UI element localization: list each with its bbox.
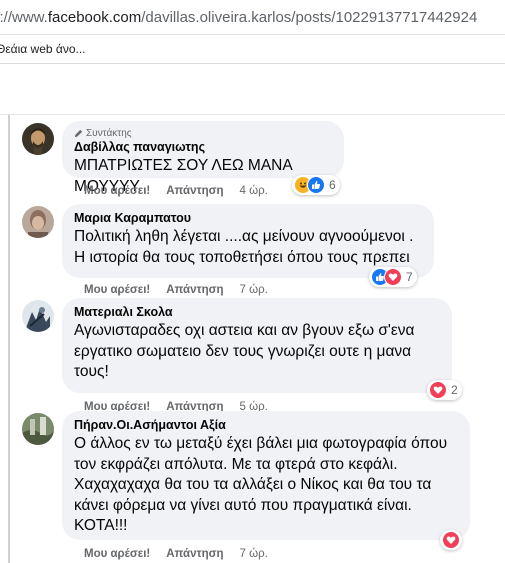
comment-actions: Μου αρέσει! Απάντηση 4 ώρ. xyxy=(84,185,268,197)
reaction-count: 7 xyxy=(406,270,413,284)
reply-button[interactable]: Απάντηση xyxy=(166,284,223,296)
love-icon xyxy=(429,381,447,399)
love-icon xyxy=(442,531,460,549)
comment-author[interactable]: Μαρια Καραμπατου xyxy=(74,211,422,225)
comment-text-line: Ο άλλος εν τω μεταξύ έχει βάλει μια φωτο… xyxy=(74,435,448,452)
url-prefix: s://www. xyxy=(0,9,48,26)
url-text[interactable]: s://www.facebook.com/davillas.oliveira.k… xyxy=(0,9,477,26)
comment-time[interactable]: 7 ώρ. xyxy=(240,284,268,296)
reactions-summary[interactable] xyxy=(440,530,462,550)
role-label: Συντάκτης xyxy=(86,128,132,139)
like-button[interactable]: Μου αρέσει! xyxy=(84,185,150,197)
reactions-summary[interactable]: 6 xyxy=(292,175,340,195)
pencil-icon xyxy=(74,129,83,138)
comment-text-line: εργατικο σωματειο δεν τους γνωριζει ουτε… xyxy=(74,342,412,360)
reactions-summary[interactable]: 7 xyxy=(369,267,417,287)
reply-button[interactable]: Απάντηση xyxy=(166,548,223,560)
comment-text: Πολιτική ληθη λέγεται ....ας μείνουν αγν… xyxy=(74,227,422,268)
comment-text-line: Η ιστορία θα τους τοποθετήσει όπου τους … xyxy=(74,248,410,266)
comment-text-line: Πολιτική ληθη λέγεται ....ας μείνουν αγν… xyxy=(74,228,414,245)
bookmark-item[interactable]: Θεάια web άνο... xyxy=(0,42,86,56)
reaction-count: 2 xyxy=(451,383,458,397)
avatar[interactable] xyxy=(22,413,54,445)
comment-time[interactable]: 7 ώρ. xyxy=(240,548,268,560)
comment-text: Αγωνισταραδες οχι αστεια και αν βγουν εξ… xyxy=(74,321,440,383)
comment-text-line: Αγωνισταραδες οχι αστεια και αν βγουν εξ… xyxy=(74,322,415,339)
thread-line xyxy=(8,115,10,563)
comment-text-line: ΚΟΤΑ!!! xyxy=(74,517,128,534)
comment-bubble: Ματεριαλι Σκολα Αγωνισταραδες οχι αστεια… xyxy=(62,298,452,393)
comment-text-line: τους! xyxy=(74,363,109,380)
like-icon xyxy=(307,176,325,194)
bookmarks-bar: Θεάια web άνο... xyxy=(0,35,505,64)
reaction-count: 6 xyxy=(329,178,336,192)
comments-feed: Συντάκτης Δαβίλλας παναγιωτης ΜΠΑΤΡΙΩΤΕΣ… xyxy=(0,115,505,563)
url-path: /davillas.oliveira.karlos/posts/10229137… xyxy=(141,9,478,26)
avatar[interactable] xyxy=(22,206,54,238)
post-area-top xyxy=(0,64,505,115)
like-button[interactable]: Μου αρέσει! xyxy=(84,284,150,296)
comment-author[interactable]: Ματεριαλι Σκολα xyxy=(74,305,440,319)
reply-button[interactable]: Απάντηση xyxy=(166,185,223,197)
comment-author[interactable]: Πήραν.Οι.Ασήμαντοι Αξία xyxy=(74,418,458,432)
comment-bubble: Πήραν.Οι.Ασήμαντοι Αξία Ο άλλος εν τω με… xyxy=(62,411,470,540)
comment-bubble: Συντάκτης Δαβίλλας παναγιωτης ΜΠΑΤΡΙΩΤΕΣ… xyxy=(62,121,344,195)
comment-text-line: Χαχαχαχαχα θα του τα αλλάξει ο Νίκος και… xyxy=(74,476,432,493)
comment-actions: Μου αρέσει! Απάντηση 7 ώρ. xyxy=(84,284,268,296)
like-button[interactable]: Μου αρέσει! xyxy=(84,548,150,560)
love-icon xyxy=(384,268,402,286)
comment-text-line: τον εκφράζει απόλυτα. Με τα φτερά στο κε… xyxy=(74,455,398,473)
reactions-summary[interactable]: 2 xyxy=(427,380,462,400)
comment-time[interactable]: 4 ώρ. xyxy=(240,185,268,197)
comment-text-line: κάνει φόρεμα να γίνει αυτό που πραγματικ… xyxy=(74,496,412,514)
url-domain: facebook.com xyxy=(47,9,142,26)
address-bar[interactable]: s://www.facebook.com/davillas.oliveira.k… xyxy=(0,0,505,35)
avatar[interactable] xyxy=(22,300,54,332)
comment-text: Ο άλλος εν τω μεταξύ έχει βάλει μια φωτο… xyxy=(74,434,458,537)
author-role: Συντάκτης xyxy=(74,128,332,139)
avatar[interactable] xyxy=(22,123,54,155)
comment-actions: Μου αρέσει! Απάντηση 7 ώρ. xyxy=(84,548,268,560)
comment-author[interactable]: Δαβίλλας παναγιωτης xyxy=(74,140,332,154)
